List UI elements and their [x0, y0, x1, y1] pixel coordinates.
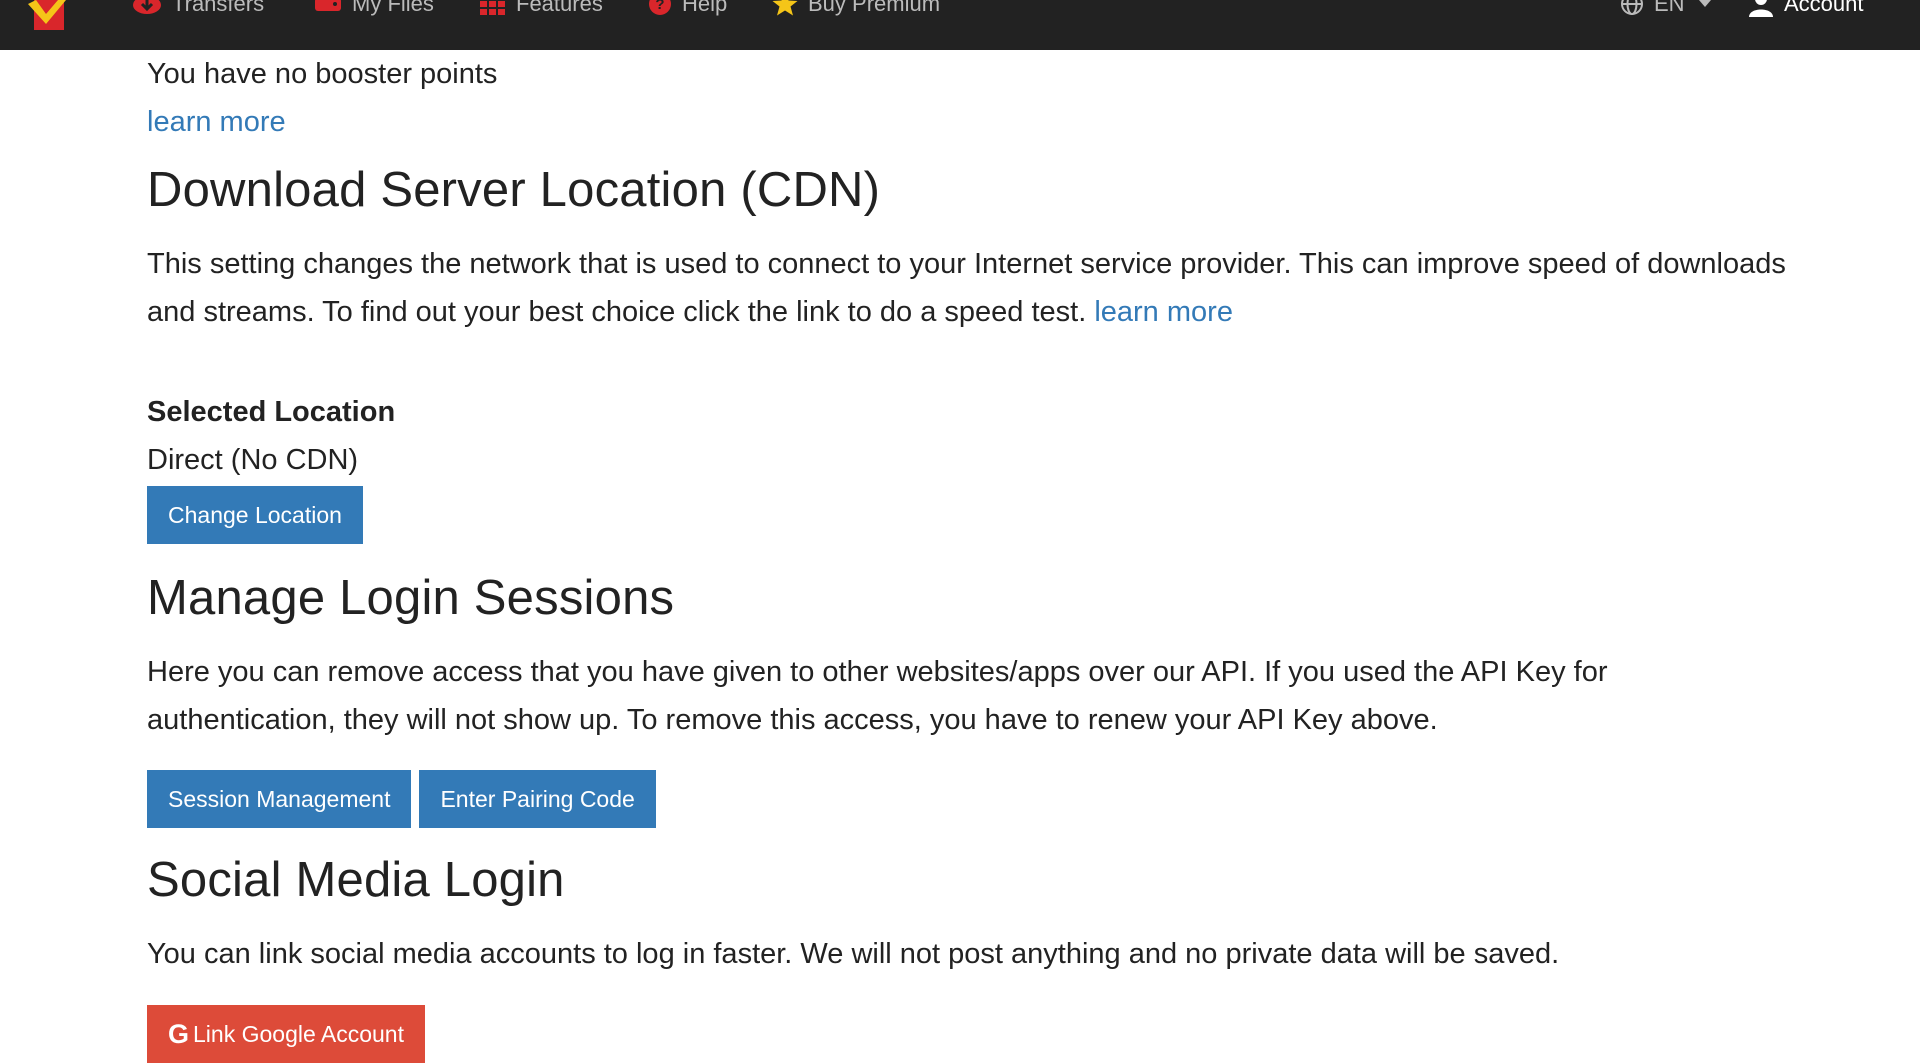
selected-location-label: Selected Location [147, 396, 396, 428]
language-dropdown[interactable]: EN [1620, 0, 1711, 19]
enter-pairing-code-button[interactable]: Enter Pairing Code [419, 770, 656, 828]
star-icon [772, 0, 798, 16]
globe-icon [1620, 0, 1644, 16]
nav-help[interactable]: ? Help [648, 0, 727, 19]
cdn-description-text: This setting changes the network that is… [147, 248, 1786, 328]
top-navbar: Transfers My Files Features ? Help Buy P… [0, 0, 1920, 50]
user-icon [1748, 0, 1774, 17]
social-description: You can link social media accounts to lo… [147, 938, 1560, 970]
sessions-section-title: Manage Login Sessions [147, 571, 675, 625]
selected-location-value: Direct (No CDN) [147, 444, 359, 476]
booster-learn-more-row: learn more [147, 98, 286, 146]
google-icon: G [168, 1019, 190, 1049]
booster-points-text: You have no booster points [147, 58, 498, 90]
link-google-account-button[interactable]: G Link Google Account [147, 1005, 425, 1063]
nav-my-files-label: My Files [352, 0, 434, 16]
nav-buy-premium[interactable]: Buy Premium [772, 0, 940, 19]
nav-features[interactable]: Features [480, 0, 603, 19]
hard-drive-icon [314, 0, 342, 14]
nav-buy-premium-label: Buy Premium [808, 0, 941, 16]
language-label: EN [1654, 0, 1685, 16]
sessions-description: Here you can remove access that you have… [147, 656, 1608, 736]
logo-checkmark-icon[interactable] [24, 0, 80, 36]
nav-features-label: Features [516, 0, 603, 16]
cdn-learn-more-link[interactable]: learn more [1094, 296, 1233, 328]
social-button-row: G Link Google Account [147, 1005, 425, 1063]
sessions-button-row: Session Management Enter Pairing Code [147, 770, 656, 828]
nav-transfers[interactable]: Transfers [132, 0, 264, 19]
nav-my-files[interactable]: My Files [314, 0, 434, 19]
cdn-description: This setting changes the network that is… [147, 240, 1787, 336]
nav-transfers-label: Transfers [172, 0, 265, 16]
svg-text:?: ? [655, 0, 664, 13]
grid-icon [480, 0, 506, 15]
cdn-section-title: Download Server Location (CDN) [147, 163, 881, 217]
nav-help-label: Help [682, 0, 728, 16]
account-label: Account [1784, 0, 1864, 16]
cdn-button-row: Change Location [147, 486, 363, 544]
caret-down-icon [1698, 0, 1711, 8]
account-menu[interactable]: Account [1748, 0, 1864, 19]
change-location-button[interactable]: Change Location [147, 486, 363, 544]
booster-learn-more-link[interactable]: learn more [147, 106, 286, 138]
link-google-account-label: Link Google Account [193, 1021, 404, 1047]
session-management-button[interactable]: Session Management [147, 770, 412, 828]
social-section-title: Social Media Login [147, 853, 565, 907]
question-circle-icon: ? [648, 0, 672, 16]
cloud-download-icon [132, 0, 162, 15]
